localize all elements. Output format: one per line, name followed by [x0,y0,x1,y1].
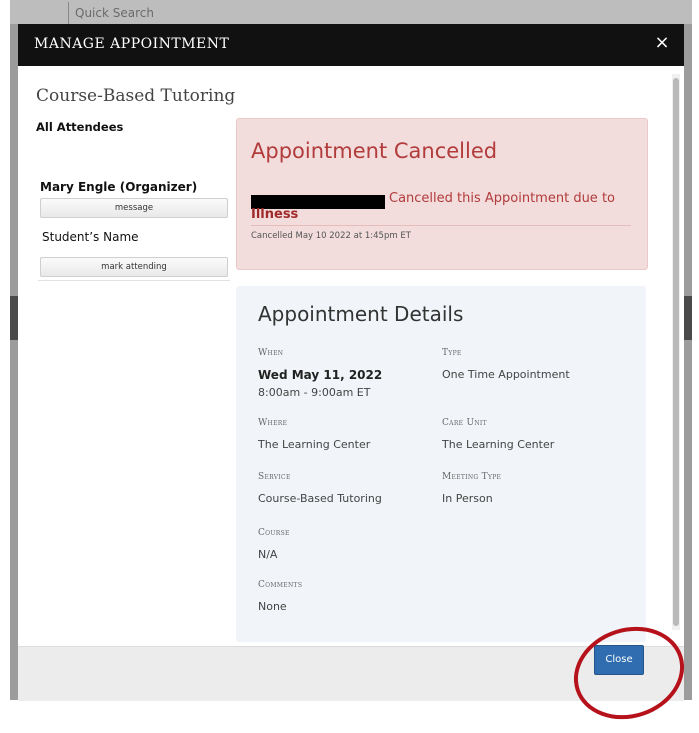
service-value: Course-Based Tutoring [258,492,382,505]
background-right-mark [684,296,692,340]
meeting-type-label: Meeting Type [442,472,502,482]
message-button[interactable]: message [40,198,228,218]
background-left-mark [10,296,18,340]
background-right-edge [684,24,692,700]
appointment-details-panel: Appointment Details When Wed May 11, 202… [236,286,646,642]
comments-value: None [258,600,287,613]
cancellation-alert: Appointment Cancelled Cancelled this App… [236,118,648,270]
course-value: N/A [258,548,278,561]
when-time: 8:00am - 9:00am ET [258,386,371,399]
where-label: Where [258,418,288,428]
comments-label: Comments [258,580,303,590]
close-icon[interactable]: × [650,31,674,55]
type-label: Type [442,348,462,358]
where-value: The Learning Center [258,438,371,451]
cancellation-timestamp: Cancelled May 10 2022 at 1:45pm ET [251,231,411,241]
mark-attending-button[interactable]: mark attending [40,257,228,277]
cancellation-title: Appointment Cancelled [251,139,498,163]
when-date: Wed May 11, 2022 [258,368,383,382]
manage-appointment-modal: MANAGE APPOINTMENT × Course-Based Tutori… [18,24,684,701]
attendees-heading: All Attendees [36,120,124,134]
care-unit-value: The Learning Center [442,438,555,451]
type-value: One Time Appointment [442,368,570,381]
scrollbar-thumb[interactable] [673,78,679,626]
cancellation-divider [251,225,631,226]
course-label: Course [258,528,290,538]
background-toolbar: Quick Search [10,0,692,24]
meeting-type-value: In Person [442,492,493,505]
care-unit-label: Care Unit [442,418,487,428]
attendees-divider [38,280,230,281]
organizer-name: Mary Engle (Organizer) [40,180,198,194]
cancellation-reason: Illness [251,207,299,222]
modal-header: MANAGE APPOINTMENT × [18,24,684,66]
modal-scrollbar[interactable] [672,74,680,630]
background-left-edge [10,24,18,700]
background-quick-search: Quick Search [68,2,154,24]
details-title: Appointment Details [258,302,464,326]
student-name: Student’s Name [42,230,139,244]
service-label: Service [258,472,291,482]
cancellation-text: Cancelled this Appointment due to [389,191,615,206]
modal-title: MANAGE APPOINTMENT [34,36,230,52]
when-label: When [258,348,284,358]
service-title: Course-Based Tutoring [36,86,236,106]
